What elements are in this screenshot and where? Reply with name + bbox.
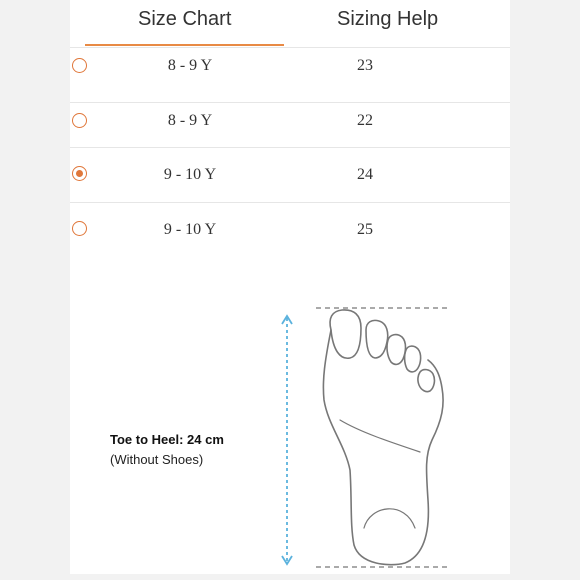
size-panel: Size Chart Sizing Help 8 - 9 Y 23 8 - 9 … — [70, 0, 510, 574]
foot-icon — [322, 309, 444, 566]
length-arrow — [281, 314, 293, 566]
foot-diagram — [281, 307, 448, 568]
